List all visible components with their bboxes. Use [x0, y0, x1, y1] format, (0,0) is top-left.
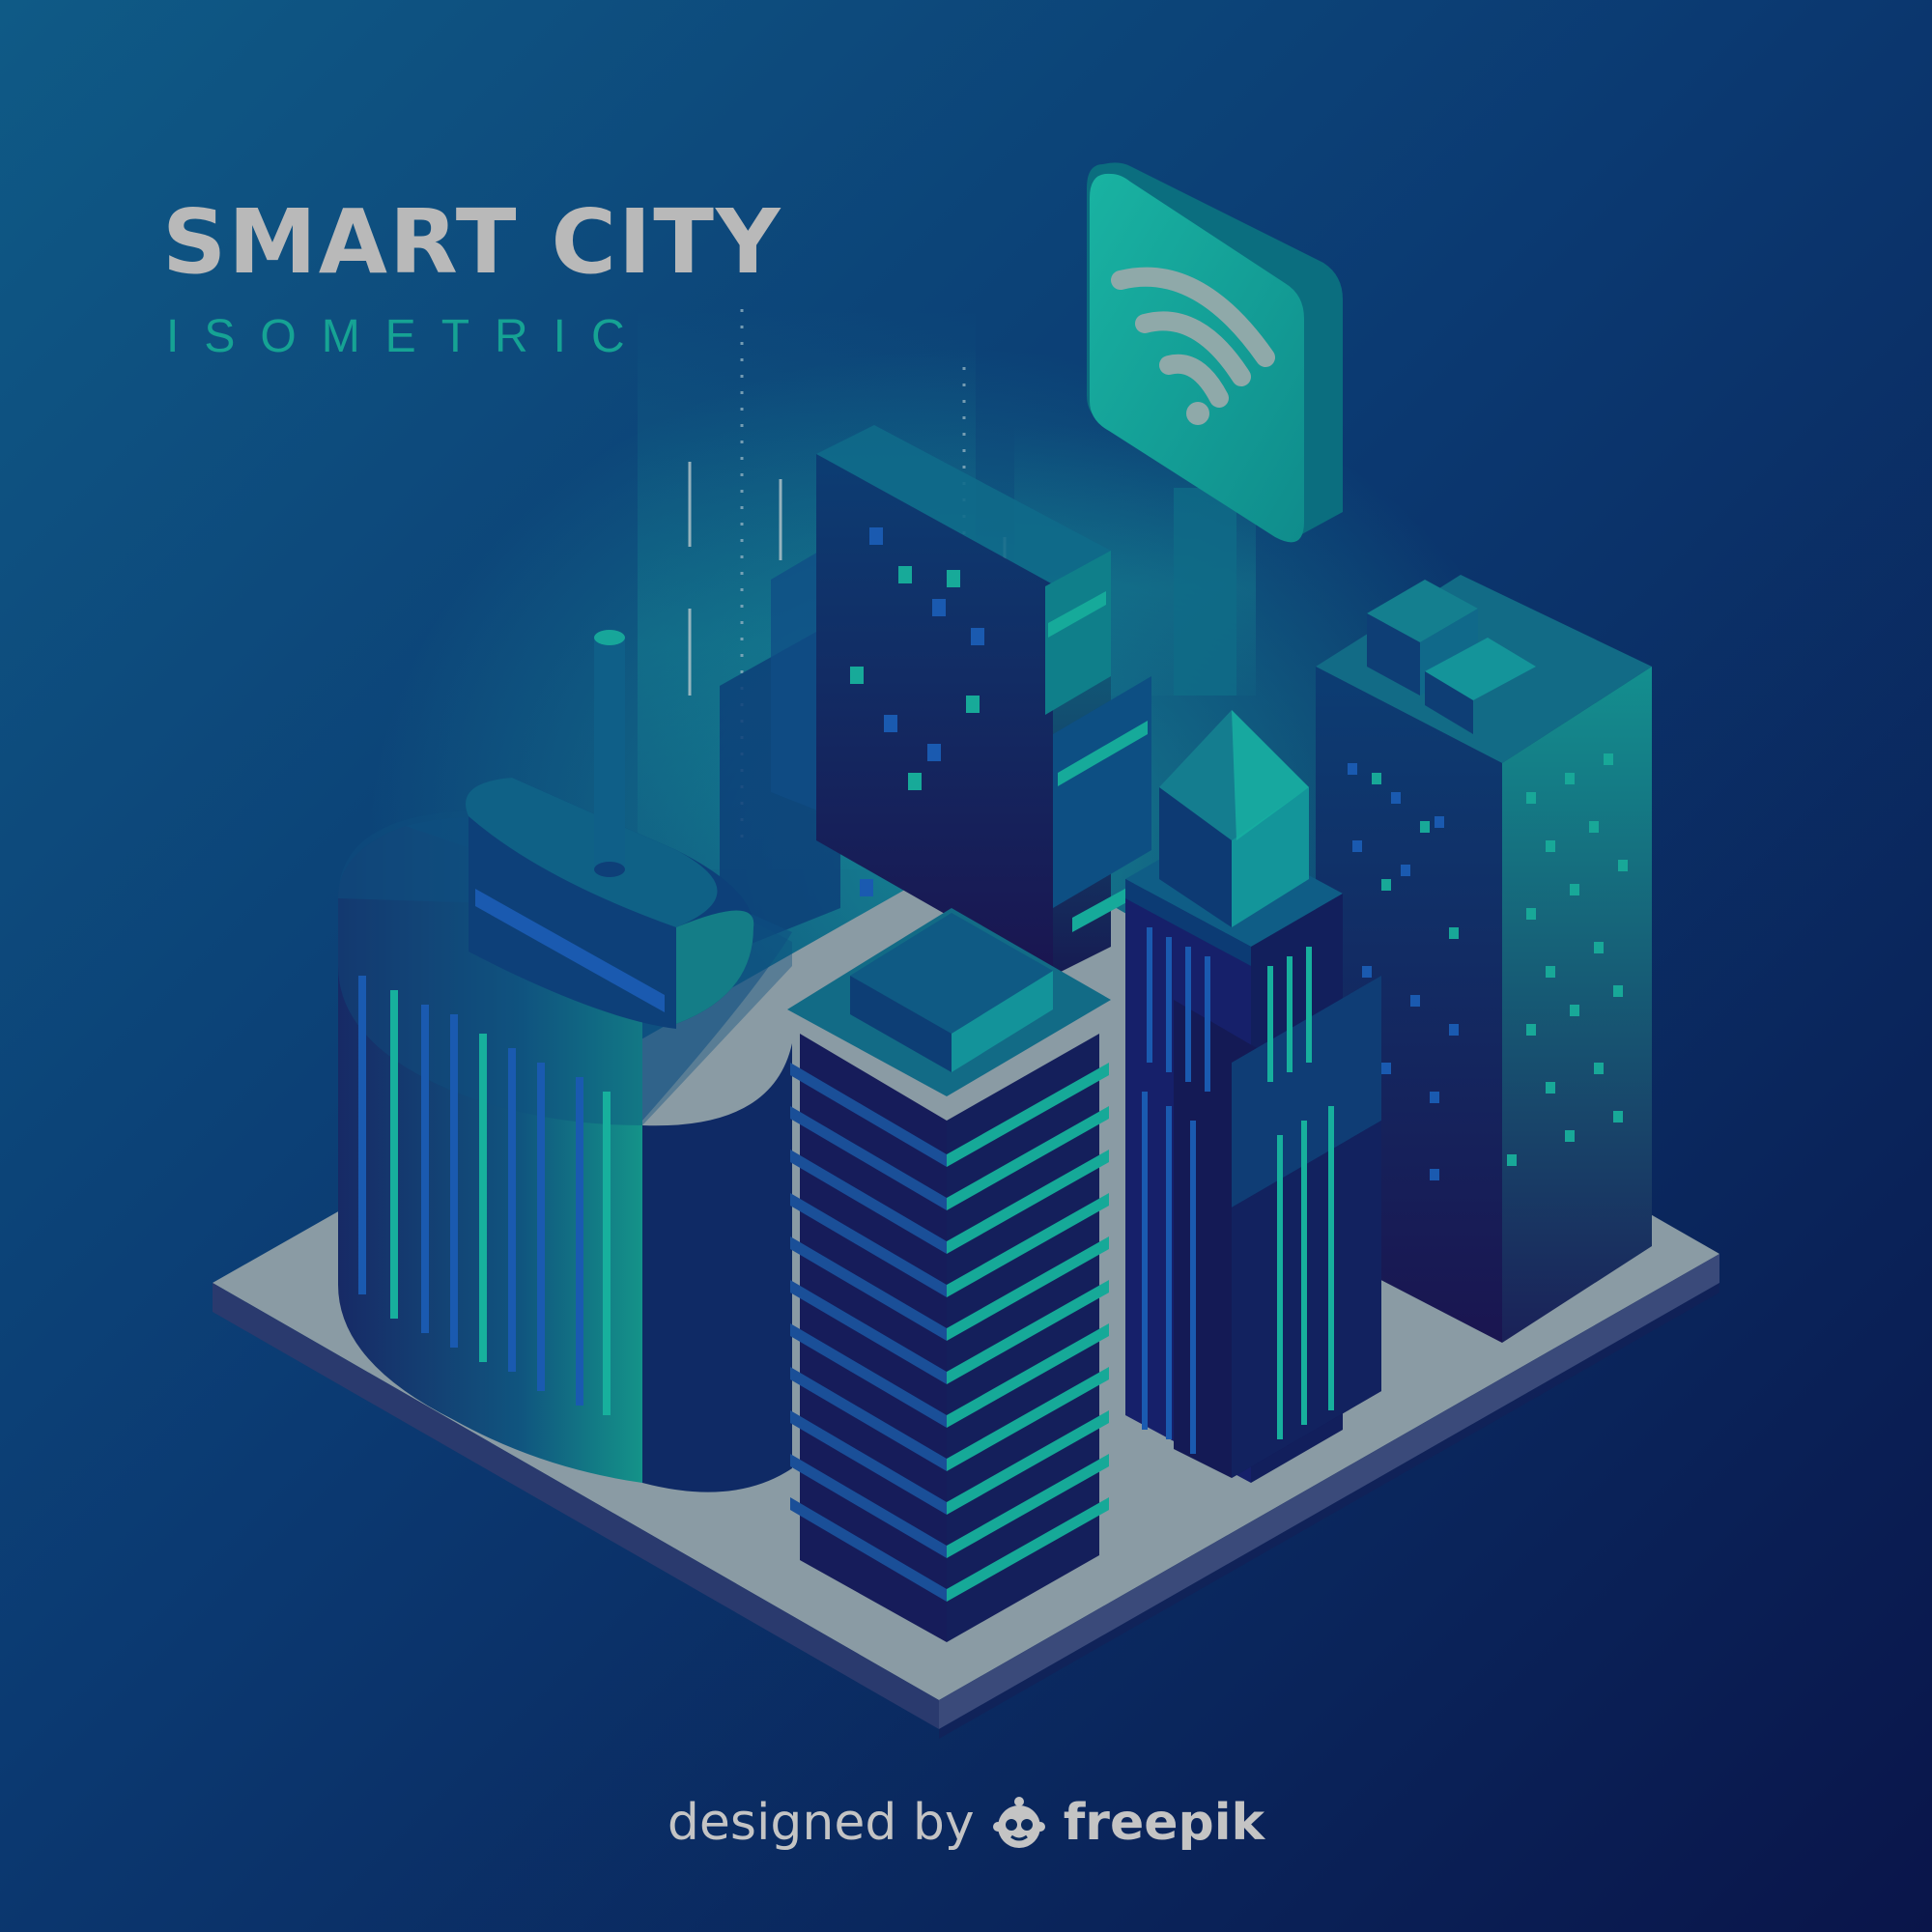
- page-subtitle: ISOMETRIC: [166, 311, 650, 362]
- credit-brand: freepik: [1063, 1794, 1265, 1852]
- credit-prefix: designed by: [667, 1794, 975, 1852]
- freepik-credit: designed by freepik: [0, 1789, 1932, 1857]
- page-title: SMART CITY: [162, 190, 782, 294]
- freepik-logo-icon: [988, 1792, 1050, 1854]
- front-tower: [787, 908, 1111, 1642]
- illustration: SMART CITY ISOMETRIC designed by freepik: [0, 0, 1932, 1932]
